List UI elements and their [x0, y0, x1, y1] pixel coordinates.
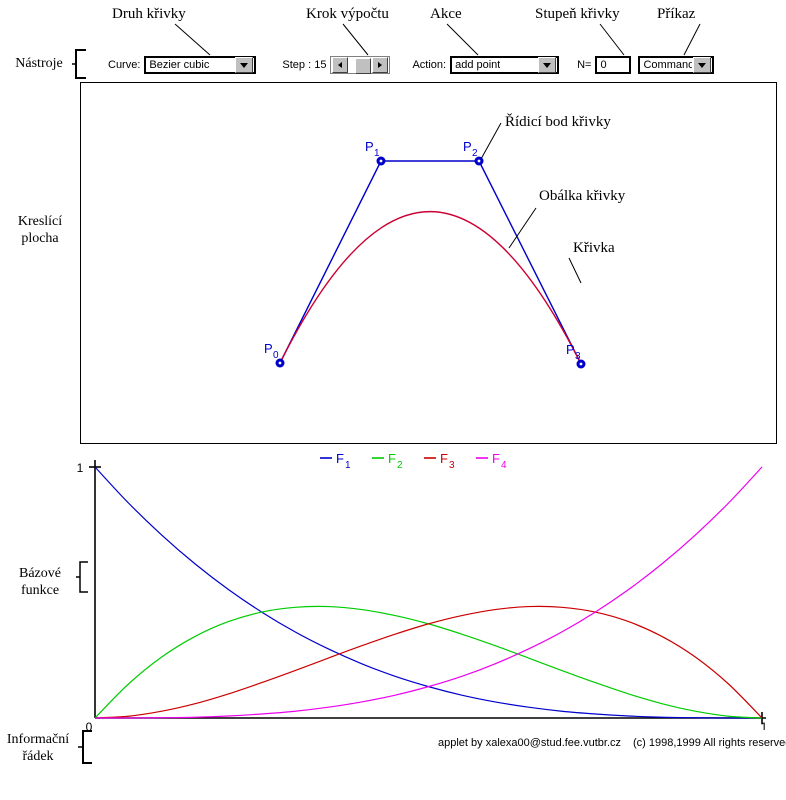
point-label-p0-name: P [264, 341, 273, 356]
action-value: add point [455, 59, 501, 71]
curve-type-select[interactable]: Bezier cubic [144, 56, 257, 74]
copyright-text: (c) 1998,1999 All rights reserved [633, 737, 786, 749]
command-select[interactable]: Command [638, 56, 715, 74]
arrow-left-icon[interactable] [332, 57, 349, 73]
basis-legend: F1F2F3F4 [320, 451, 507, 471]
bracket-info [78, 730, 92, 764]
chevron-down-icon[interactable] [693, 57, 712, 73]
command-value: Command [643, 59, 693, 71]
step-scroll-track[interactable] [349, 57, 372, 74]
legend-label-f2: F [388, 451, 396, 466]
callout-curve: Křivka [573, 240, 615, 256]
legend-sublabel-f4: 4 [501, 460, 507, 471]
step-scrollbar[interactable] [330, 56, 391, 74]
curve-label: Curve: [108, 59, 141, 71]
curve-type-value: Bezier cubic [149, 59, 210, 71]
point-label-p3-sub: 3 [575, 351, 581, 362]
legend-label-f4: F [492, 451, 500, 466]
control-point-p3-center [579, 362, 583, 366]
basis-series-group [94, 466, 763, 719]
callout-control-point: Řídicí bod křivky [505, 114, 611, 130]
x-tick-label-1: 1 [761, 720, 768, 730]
point-label-p1-name: P [365, 139, 374, 154]
step-scroll-thumb[interactable] [355, 58, 372, 74]
series-line-f1 [94, 466, 763, 719]
drawing-area-line2: plocha [21, 231, 59, 246]
bezier-curve [279, 210, 582, 365]
curve-graphic: P 0 P 1 P 2 P 3 [264, 122, 586, 369]
legend-sublabel-f1: 1 [345, 460, 351, 471]
callout-envelope: Obálka křivky [539, 188, 626, 204]
step-label: Step : 15 [282, 59, 327, 71]
series-line-f2 [94, 605, 763, 719]
chevron-down-icon[interactable] [235, 57, 254, 73]
drawing-area-line1: Kreslící [17, 214, 63, 229]
legend-sublabel-f3: 3 [449, 460, 455, 471]
point-labels: P 0 P 1 P 2 P 3 [264, 139, 581, 362]
series-line-f3 [94, 605, 763, 719]
degree-label: N= [577, 59, 592, 71]
action-label: Action: [412, 59, 447, 71]
side-label-info-line: Informační řádek [0, 731, 76, 765]
control-polygon [279, 160, 582, 365]
legend-label-f1: F [336, 451, 344, 466]
legend-sublabel-f2: 2 [397, 460, 403, 471]
drawing-canvas[interactable]: P 0 P 1 P 2 P 3 [80, 82, 777, 444]
applet-credit: applet by xalexa00@stud.fee.vutbr.cz [438, 737, 621, 749]
action-select[interactable]: add point [450, 56, 560, 74]
info-line2: řádek [22, 749, 54, 764]
control-point-p2-center [477, 159, 481, 163]
legend-label-f3: F [440, 451, 448, 466]
point-label-p2-name: P [463, 139, 472, 154]
side-label-drawing-area: Kreslící plocha [4, 213, 76, 247]
series-line-f4 [94, 466, 763, 719]
point-label-p2-sub: 2 [472, 148, 478, 159]
point-label-p0-sub: 0 [273, 350, 279, 361]
basis-chart-svg: 1 0 1 F1F2F3F4 [77, 451, 768, 734]
control-point-p1-center [379, 159, 383, 163]
point-label-p1-sub: 1 [374, 148, 380, 159]
toolbar: Curve: Bezier cubic Step : 15 Action: ad… [80, 52, 777, 78]
arrow-right-icon[interactable] [372, 57, 389, 73]
degree-input[interactable]: 0 [595, 56, 632, 74]
info-line1: Informační [6, 732, 70, 747]
side-label-tools: Nástroje [15, 56, 63, 71]
y-tick-label-1: 1 [77, 461, 84, 475]
chevron-down-icon[interactable] [538, 57, 557, 73]
control-point-p0-center [278, 361, 282, 365]
basis-functions-chart: 1 0 1 F1F2F3F4 [0, 450, 786, 734]
point-label-p3-name: P [566, 342, 575, 357]
y-tick-label-0: 0 [86, 720, 93, 730]
